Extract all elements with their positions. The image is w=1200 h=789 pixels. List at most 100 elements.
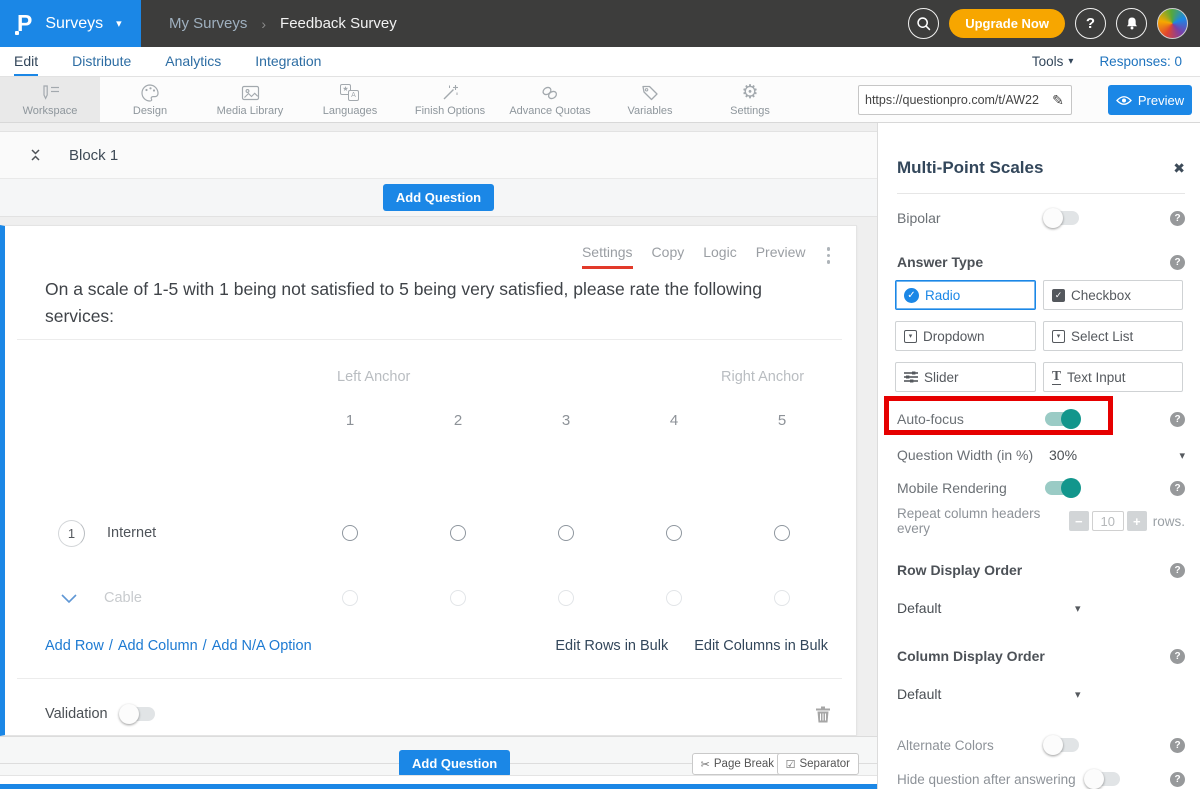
answer-type-dropdown[interactable]: ▾ Dropdown [895,321,1036,351]
next-question-card-edge [0,775,877,784]
help-icon[interactable]: ? [1170,255,1185,270]
page-break-button[interactable]: ✂ Page Break [692,753,783,775]
repeat-headers-input[interactable] [1092,511,1124,531]
bipolar-toggle[interactable] [1045,211,1079,225]
question-settings-panel: Multi-Point Scales ✖ Bipolar ? Answer Ty… [877,123,1200,789]
increment-button[interactable]: + [1127,511,1147,531]
add-column-link[interactable]: Add Column [118,638,198,654]
validation-toggle[interactable] [121,707,155,721]
tab-analytics[interactable]: Analytics [165,47,221,76]
radio-option[interactable] [342,590,358,606]
separator-button[interactable]: ☑ Separator [777,753,859,775]
toolbar-item-media-library[interactable]: Media Library [200,77,300,122]
radio-option[interactable] [342,525,358,541]
user-avatar[interactable] [1157,8,1188,39]
column-header-2[interactable]: 2 [404,412,512,429]
notifications-button[interactable] [1116,8,1147,39]
column-header-3[interactable]: 3 [512,412,620,429]
chevron-down-icon: ▾ [1068,56,1073,67]
question-tab-preview[interactable]: Preview [756,244,806,269]
add-question-button-bottom[interactable]: Add Question [399,750,510,777]
radio-option[interactable] [774,525,790,541]
column-header-4[interactable]: 4 [620,412,728,429]
edit-columns-in-bulk-link[interactable]: Edit Columns in Bulk [694,638,828,654]
rows-suffix: rows. [1153,514,1185,529]
help-icon[interactable]: ? [1170,481,1185,496]
column-header-5[interactable]: 5 [728,412,836,429]
answer-type-radio[interactable]: ✓ Radio [895,280,1036,310]
hide-question-toggle[interactable] [1086,772,1120,786]
tools-menu[interactable]: Tools▾ [1032,54,1074,69]
tab-distribute[interactable]: Distribute [72,47,131,76]
divider [17,678,842,679]
question-tab-logic[interactable]: Logic [703,244,736,269]
column-header-1[interactable]: 1 [296,412,404,429]
alternate-colors-toggle[interactable] [1045,738,1079,752]
help-icon[interactable]: ? [1170,649,1185,664]
question-text[interactable]: On a scale of 1-5 with 1 being not satis… [45,276,820,330]
question-width-value[interactable]: 30% [1049,447,1077,463]
mobile-rendering-label: Mobile Rendering [897,480,1045,496]
edit-url-pencil-icon[interactable]: ✎ [1045,92,1071,109]
collapse-block-icon[interactable] [28,147,43,163]
toolbar-item-variables[interactable]: Variables [600,77,700,122]
radio-option[interactable] [666,525,682,541]
radio-option[interactable] [666,590,682,606]
chevron-down-icon[interactable]: ▾ [1179,449,1185,462]
product-switcher[interactable]: P Surveys ▾ [0,0,141,47]
tab-integration[interactable]: Integration [255,47,321,76]
radio-option[interactable] [558,590,574,606]
toolbar-item-advance-quotas[interactable]: Advance Quotas [500,77,600,122]
delete-question-button[interactable] [814,705,830,724]
help-icon[interactable]: ? [1170,772,1185,787]
help-icon[interactable]: ? [1170,412,1185,427]
answer-type-slider[interactable]: Slider [895,362,1036,392]
radio-option[interactable] [558,525,574,541]
more-options-icon[interactable] [827,244,831,264]
toolbar-item-workspace[interactable]: Workspace [0,77,100,122]
row-label-internet[interactable]: Internet [107,525,156,541]
toolbar-item-finish-options[interactable]: Finish Options [400,77,500,122]
answer-type-checkbox[interactable]: ✓ Checkbox [1043,280,1183,310]
add-na-option-link[interactable]: Add N/A Option [212,638,312,654]
preview-button[interactable]: Preview [1108,85,1192,115]
block-title[interactable]: Block 1 [69,147,118,164]
answer-type-select-list[interactable]: ▾ Select List [1043,321,1183,351]
row-display-order-select[interactable]: Default ▾ [897,597,1185,619]
radio-option[interactable] [450,525,466,541]
breadcrumb-my-surveys[interactable]: My Surveys [169,15,247,32]
radio-option[interactable] [774,590,790,606]
add-question-button-top[interactable]: Add Question [383,184,494,211]
help-icon[interactable]: ? [1170,563,1185,578]
question-tab-copy[interactable]: Copy [652,244,685,269]
help-icon[interactable]: ? [1170,738,1185,753]
survey-nav-tabs: Edit Distribute Analytics Integration [0,47,321,76]
close-panel-icon[interactable]: ✖ [1173,160,1185,177]
radio-option[interactable] [450,590,466,606]
add-row-link[interactable]: Add Row [45,638,104,654]
help-icon[interactable]: ? [1170,211,1185,226]
upgrade-now-button[interactable]: Upgrade Now [949,9,1065,38]
auto-focus-toggle[interactable] [1045,412,1079,426]
checkbox-icon: ☑ [786,758,796,771]
tab-edit[interactable]: Edit [14,47,38,76]
row-label-cable[interactable]: Cable [104,590,142,606]
mobile-rendering-toggle[interactable] [1045,481,1079,495]
left-anchor-label[interactable]: Left Anchor [337,369,410,385]
palette-icon [140,83,160,103]
chevron-down-icon[interactable] [60,592,78,605]
help-button[interactable]: ? [1075,8,1106,39]
edit-rows-in-bulk-link[interactable]: Edit Rows in Bulk [555,638,668,654]
responses-count[interactable]: Responses: 0 [1099,54,1182,69]
column-display-order-select[interactable]: Default ▾ [897,683,1185,705]
question-tab-settings[interactable]: Settings [582,244,633,269]
toolbar-item-languages[interactable]: ★A Languages [300,77,400,122]
toolbar-item-settings[interactable]: ⚙ Settings [700,77,800,122]
toolbar-item-design[interactable]: Design [100,77,200,122]
search-button[interactable] [908,8,939,39]
right-anchor-label[interactable]: Right Anchor [721,369,804,385]
answer-type-text-input[interactable]: T Text Input [1043,362,1183,392]
block-add-question-strip: Add Question [0,179,877,217]
decrement-button[interactable]: − [1069,511,1089,531]
survey-url-input[interactable] [859,93,1045,107]
